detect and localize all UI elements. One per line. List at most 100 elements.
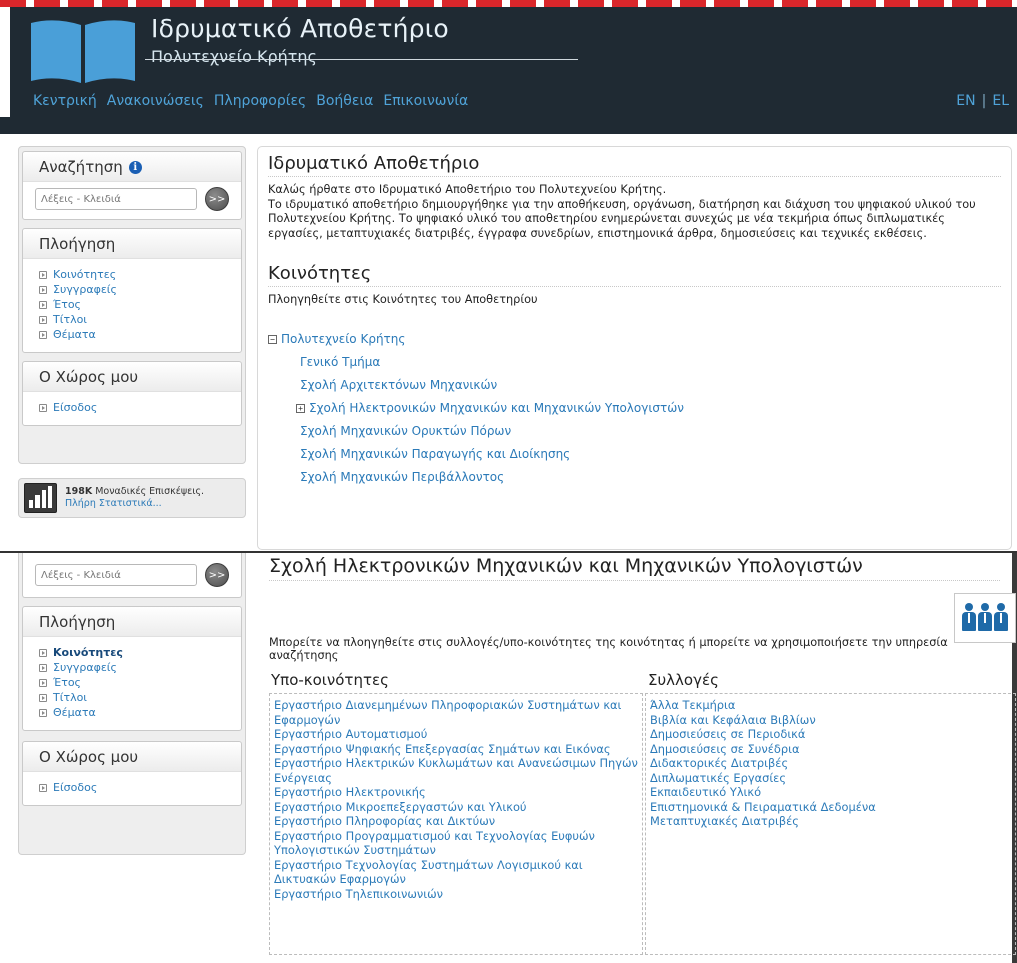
browse-titles[interactable]: Τίτλοι (39, 312, 229, 327)
collection-link[interactable]: Άλλα Τεκμήρια (650, 698, 1011, 713)
search-input[interactable] (35, 188, 197, 210)
subcommunity-link[interactable]: Εργαστήριο Τηλεπικοινωνιών (274, 887, 638, 902)
subcommunity-link[interactable]: Εργαστήριο Ψηφιακής Επεξεργασίας Σημάτων… (274, 742, 638, 757)
sidebar-lower: >> Πλοήγηση Κοινότητες Συγγραφείς Έτος Τ… (18, 553, 246, 855)
arrow-bullet-icon (39, 783, 47, 792)
site-title[interactable]: Ιδρυματικό Αποθετήριο (151, 14, 449, 43)
subcommunity-link[interactable]: Εργαστήριο Ηλεκτρικών Κυκλωμάτων και Ανα… (274, 756, 638, 785)
language-switcher: EN | EL (956, 93, 1009, 109)
collection-link[interactable]: Διπλωματικές Εργασίες (650, 771, 1011, 786)
welcome-text: Καλώς ήρθατε στο Ιδρυματικό Αποθετήριο τ… (268, 183, 1001, 241)
tree-item-label[interactable]: Σχολή Μηχανικών Ορυκτών Πόρων (300, 420, 511, 443)
subcommunity-link[interactable]: Εργαστήριο Ηλεκτρονικής (274, 785, 638, 800)
search-heading-label: Αναζήτηση (39, 158, 123, 176)
page-title: Ιδρυματικό Αποθετήριο (268, 153, 1001, 177)
my-space-heading: Ο Χώρος μου (23, 362, 241, 392)
browse-year[interactable]: Έτος (39, 675, 229, 690)
arrow-bullet-icon (39, 708, 47, 717)
tree-item-label[interactable]: Σχολή Αρχιτεκτόνων Μηχανικών (300, 374, 497, 397)
tree-item-label[interactable]: Σχολή Μηχανικών Περιβάλλοντος (300, 466, 504, 489)
browse-year[interactable]: Έτος (39, 297, 229, 312)
collection-link[interactable]: Μεταπτυχιακές Διατριβές (650, 814, 1011, 829)
lang-el[interactable]: EL (992, 93, 1009, 109)
collapse-icon[interactable]: − (268, 335, 277, 344)
browse-communities[interactable]: Κοινότητες (39, 267, 229, 282)
collection-link[interactable]: Εκπαιδευτικό Υλικό (650, 785, 1011, 800)
tree-item[interactable]: Σχολή Μηχανικών Περιβάλλοντος (268, 466, 1001, 489)
collection-link[interactable]: Επιστημονικά & Πειραματικά Δεδομένα (650, 800, 1011, 815)
communities-subtitle: Πλοηγηθείτε στις Κοινότητες του Αποθετηρ… (268, 293, 538, 306)
sidebar: Αναζήτηση i >> Πλοήγηση Κοινότητες Συγγρ… (18, 146, 246, 464)
search-button-lower[interactable]: >> (205, 563, 229, 587)
tree-root-label[interactable]: Πολυτεχνείο Κρήτης (281, 328, 405, 351)
browse-item-label: Τίτλοι (53, 691, 88, 704)
tree-item-label[interactable]: Γενικό Τμήμα (300, 351, 380, 374)
browse-item-label: Έτος (53, 676, 82, 689)
my-space-block: Ο Χώρος μου Είσοδος (22, 361, 242, 426)
collection-link[interactable]: Δημοσιεύσεις σε Περιοδικά (650, 727, 1011, 742)
subcommunity-link[interactable]: Εργαστήριο Αυτοματισμού (274, 727, 638, 742)
tree-root[interactable]: − Πολυτεχνείο Κρήτης (268, 328, 1001, 351)
subcommunity-link[interactable]: Εργαστήριο Πληροφορίας και Δικτύων (274, 814, 638, 829)
open-book-icon[interactable] (29, 17, 137, 85)
tree-item-label[interactable]: Σχολή Ηλεκτρονικών Μηχανικών και Μηχανικ… (309, 397, 684, 420)
subcommunity-link[interactable]: Εργαστήριο Προγραμματισμού και Τεχνολογί… (274, 829, 638, 858)
browse-subjects[interactable]: Θέματα (39, 327, 229, 342)
arrow-bullet-icon (39, 315, 47, 324)
browse-authors[interactable]: Συγγραφείς (39, 660, 229, 675)
site-subtitle: Πολυτεχνείο Κρήτης (151, 47, 317, 66)
subcommunity-link[interactable]: Εργαστήριο Τεχνολογίας Συστημάτων Λογισμ… (274, 858, 638, 887)
tree-item[interactable]: Σχολή Αρχιτεκτόνων Μηχανικών (268, 374, 1001, 397)
school-panel: Σχολή Ηλεκτρονικών Μηχανικών και Μηχανικ… (257, 553, 1016, 963)
expand-icon[interactable]: + (296, 404, 305, 413)
login-label: Είσοδος (53, 401, 98, 414)
browse-titles[interactable]: Τίτλοι (39, 690, 229, 705)
tree-item[interactable]: Σχολή Μηχανικών Παραγωγής και Διοίκησης (268, 443, 1001, 466)
browse-authors[interactable]: Συγγραφείς (39, 282, 229, 297)
search-block-lower: >> (22, 553, 242, 598)
subcommunity-link[interactable]: Εργαστήριο Μικροεπεξεργαστών και Υλικού (274, 800, 638, 815)
stats-count: 198K (65, 486, 93, 497)
nav-contact[interactable]: Επικοινωνία (383, 93, 468, 109)
school-title: Σχολή Ηλεκτρονικών Μηχανικών και Μηχανικ… (269, 553, 1000, 581)
info-icon[interactable]: i (128, 160, 142, 174)
browse-heading-lower: Πλοήγηση (23, 607, 241, 637)
nav-information[interactable]: Πληροφορίες (214, 93, 306, 109)
stats-link[interactable]: Πλήρη Στατιστικά... (65, 498, 204, 510)
stats-label: Μοναδικές Επισκέψεις. (95, 486, 205, 497)
browse-subjects[interactable]: Θέματα (39, 705, 229, 720)
collection-link[interactable]: Διδακτορικές Διατριβές (650, 756, 1011, 771)
arrow-bullet-icon (39, 330, 47, 339)
browse-block-lower: Πλοήγηση Κοινότητες Συγγραφείς Έτος Τίτλ… (22, 606, 242, 731)
community-tree: − Πολυτεχνείο Κρήτης Γενικό Τμήμα Σχολή Α… (268, 328, 1001, 489)
browse-heading: Πλοήγηση (23, 229, 241, 259)
browse-block: Πλοήγηση Κοινότητες Συγγραφείς Έτος Τίτλ… (22, 228, 242, 353)
login-link-lower[interactable]: Είσοδος (39, 780, 229, 795)
collection-link[interactable]: Βιβλία και Κεφάλαια Βιβλίων (650, 713, 1011, 728)
lang-en[interactable]: EN (956, 93, 975, 109)
top-decor-strip (0, 0, 1017, 7)
search-heading: Αναζήτηση i (23, 152, 241, 182)
arrow-bullet-icon (39, 648, 47, 657)
nav-help[interactable]: Βοήθεια (316, 93, 373, 109)
collections-title: Συλλογές (648, 671, 719, 689)
browse-item-label: Συγγραφείς (53, 661, 117, 674)
tree-item[interactable]: + Σχολή Ηλεκτρονικών Μηχανικών και Μηχανι… (268, 397, 1001, 420)
login-link[interactable]: Είσοδος (39, 400, 229, 415)
tree-item-label[interactable]: Σχολή Μηχανικών Παραγωγής και Διοίκησης (300, 443, 570, 466)
search-button[interactable]: >> (205, 187, 229, 211)
header-bottom-band (0, 117, 1017, 134)
tree-item[interactable]: Γενικό Τμήμα (268, 351, 1001, 374)
collections-list: Άλλα Τεκμήρια Βιβλία και Κεφάλαια Βιβλίων… (645, 693, 1016, 955)
subcommunity-link[interactable]: Εργαστήριο Διανεμημένων Πληροφοριακών Συ… (274, 698, 638, 727)
nav-announcements[interactable]: Ανακοινώσεις (107, 93, 204, 109)
browse-communities-active[interactable]: Κοινότητες (39, 645, 229, 660)
nav-home[interactable]: Κεντρική (33, 93, 97, 109)
browse-item-label: Έτος (53, 298, 82, 311)
communities-title: Κοινότητες (268, 263, 1001, 287)
stats-widget[interactable]: 198K Μοναδικές Επισκέψεις. Πλήρη Στατιστ… (18, 478, 246, 518)
my-space-heading-lower: Ο Χώρος μου (23, 742, 241, 772)
collection-link[interactable]: Δημοσιεύσεις σε Συνέδρια (650, 742, 1011, 757)
search-input-lower[interactable] (35, 564, 197, 586)
tree-item[interactable]: Σχολή Μηχανικών Ορυκτών Πόρων (268, 420, 1001, 443)
